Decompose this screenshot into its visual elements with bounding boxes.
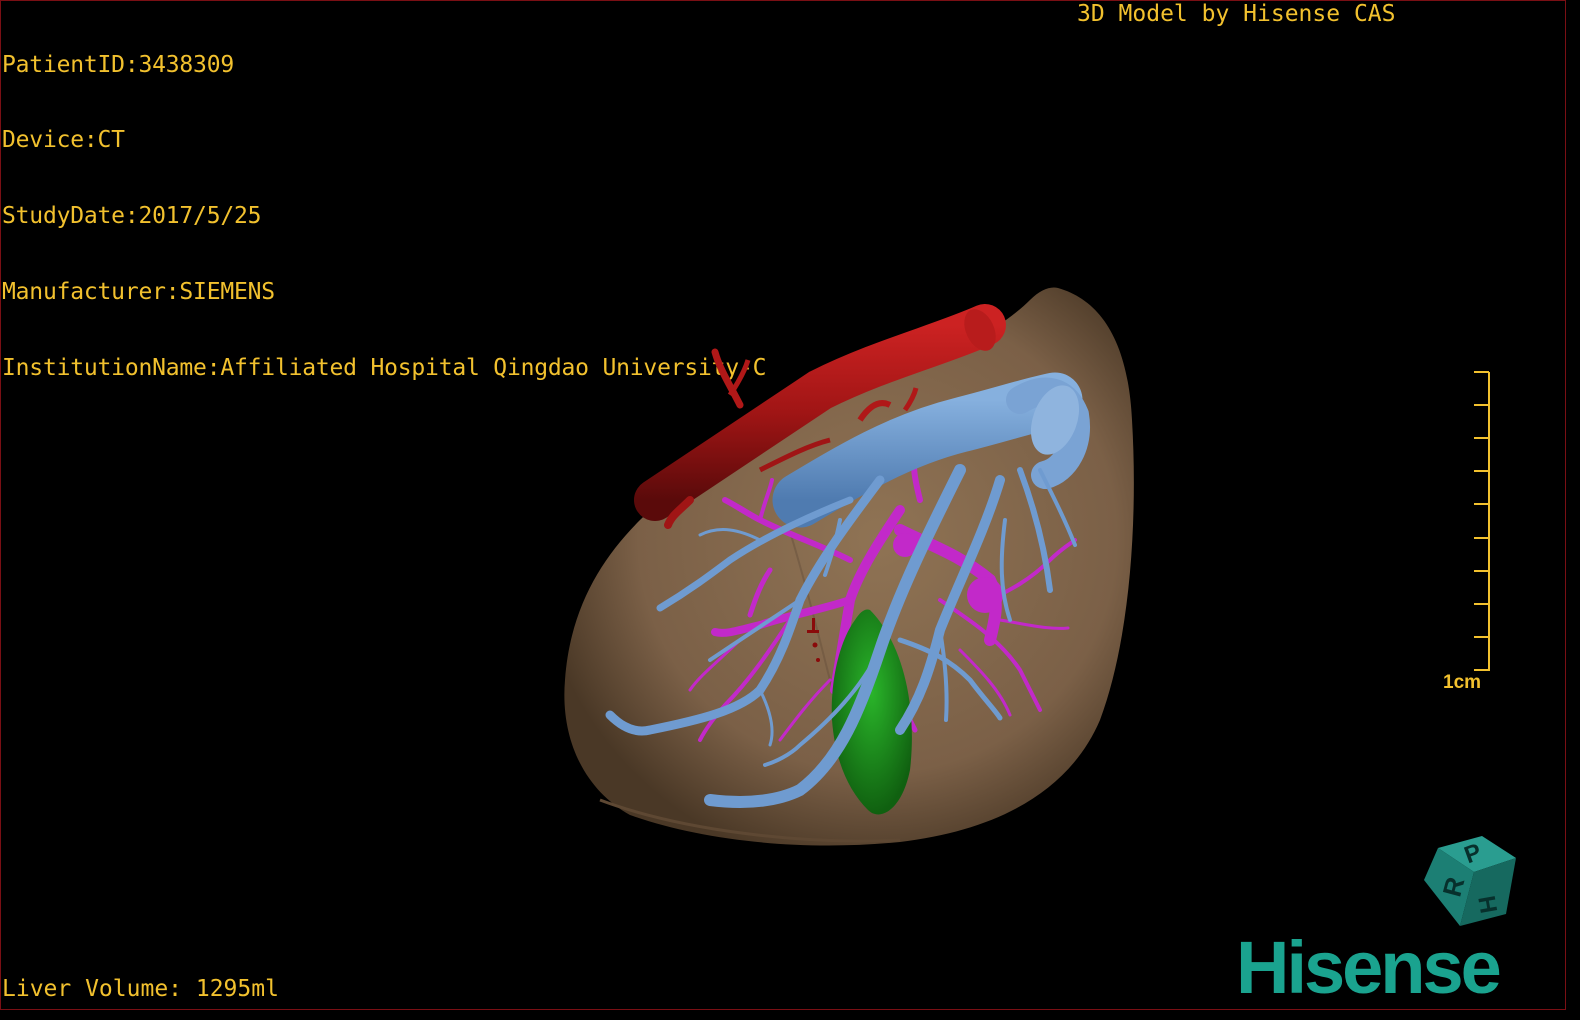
scale-bar-label: 1cm <box>1443 672 1482 693</box>
hisense-logo: Hisense <box>1236 926 1502 1009</box>
liver-volume-readout: Liver Volume: 1295ml <box>2 976 279 1002</box>
orientation-cube-icon[interactable]: R P H <box>1420 834 1520 934</box>
3d-liver-model-viewport[interactable] <box>0 0 1566 1010</box>
scale-bar <box>1474 371 1490 671</box>
